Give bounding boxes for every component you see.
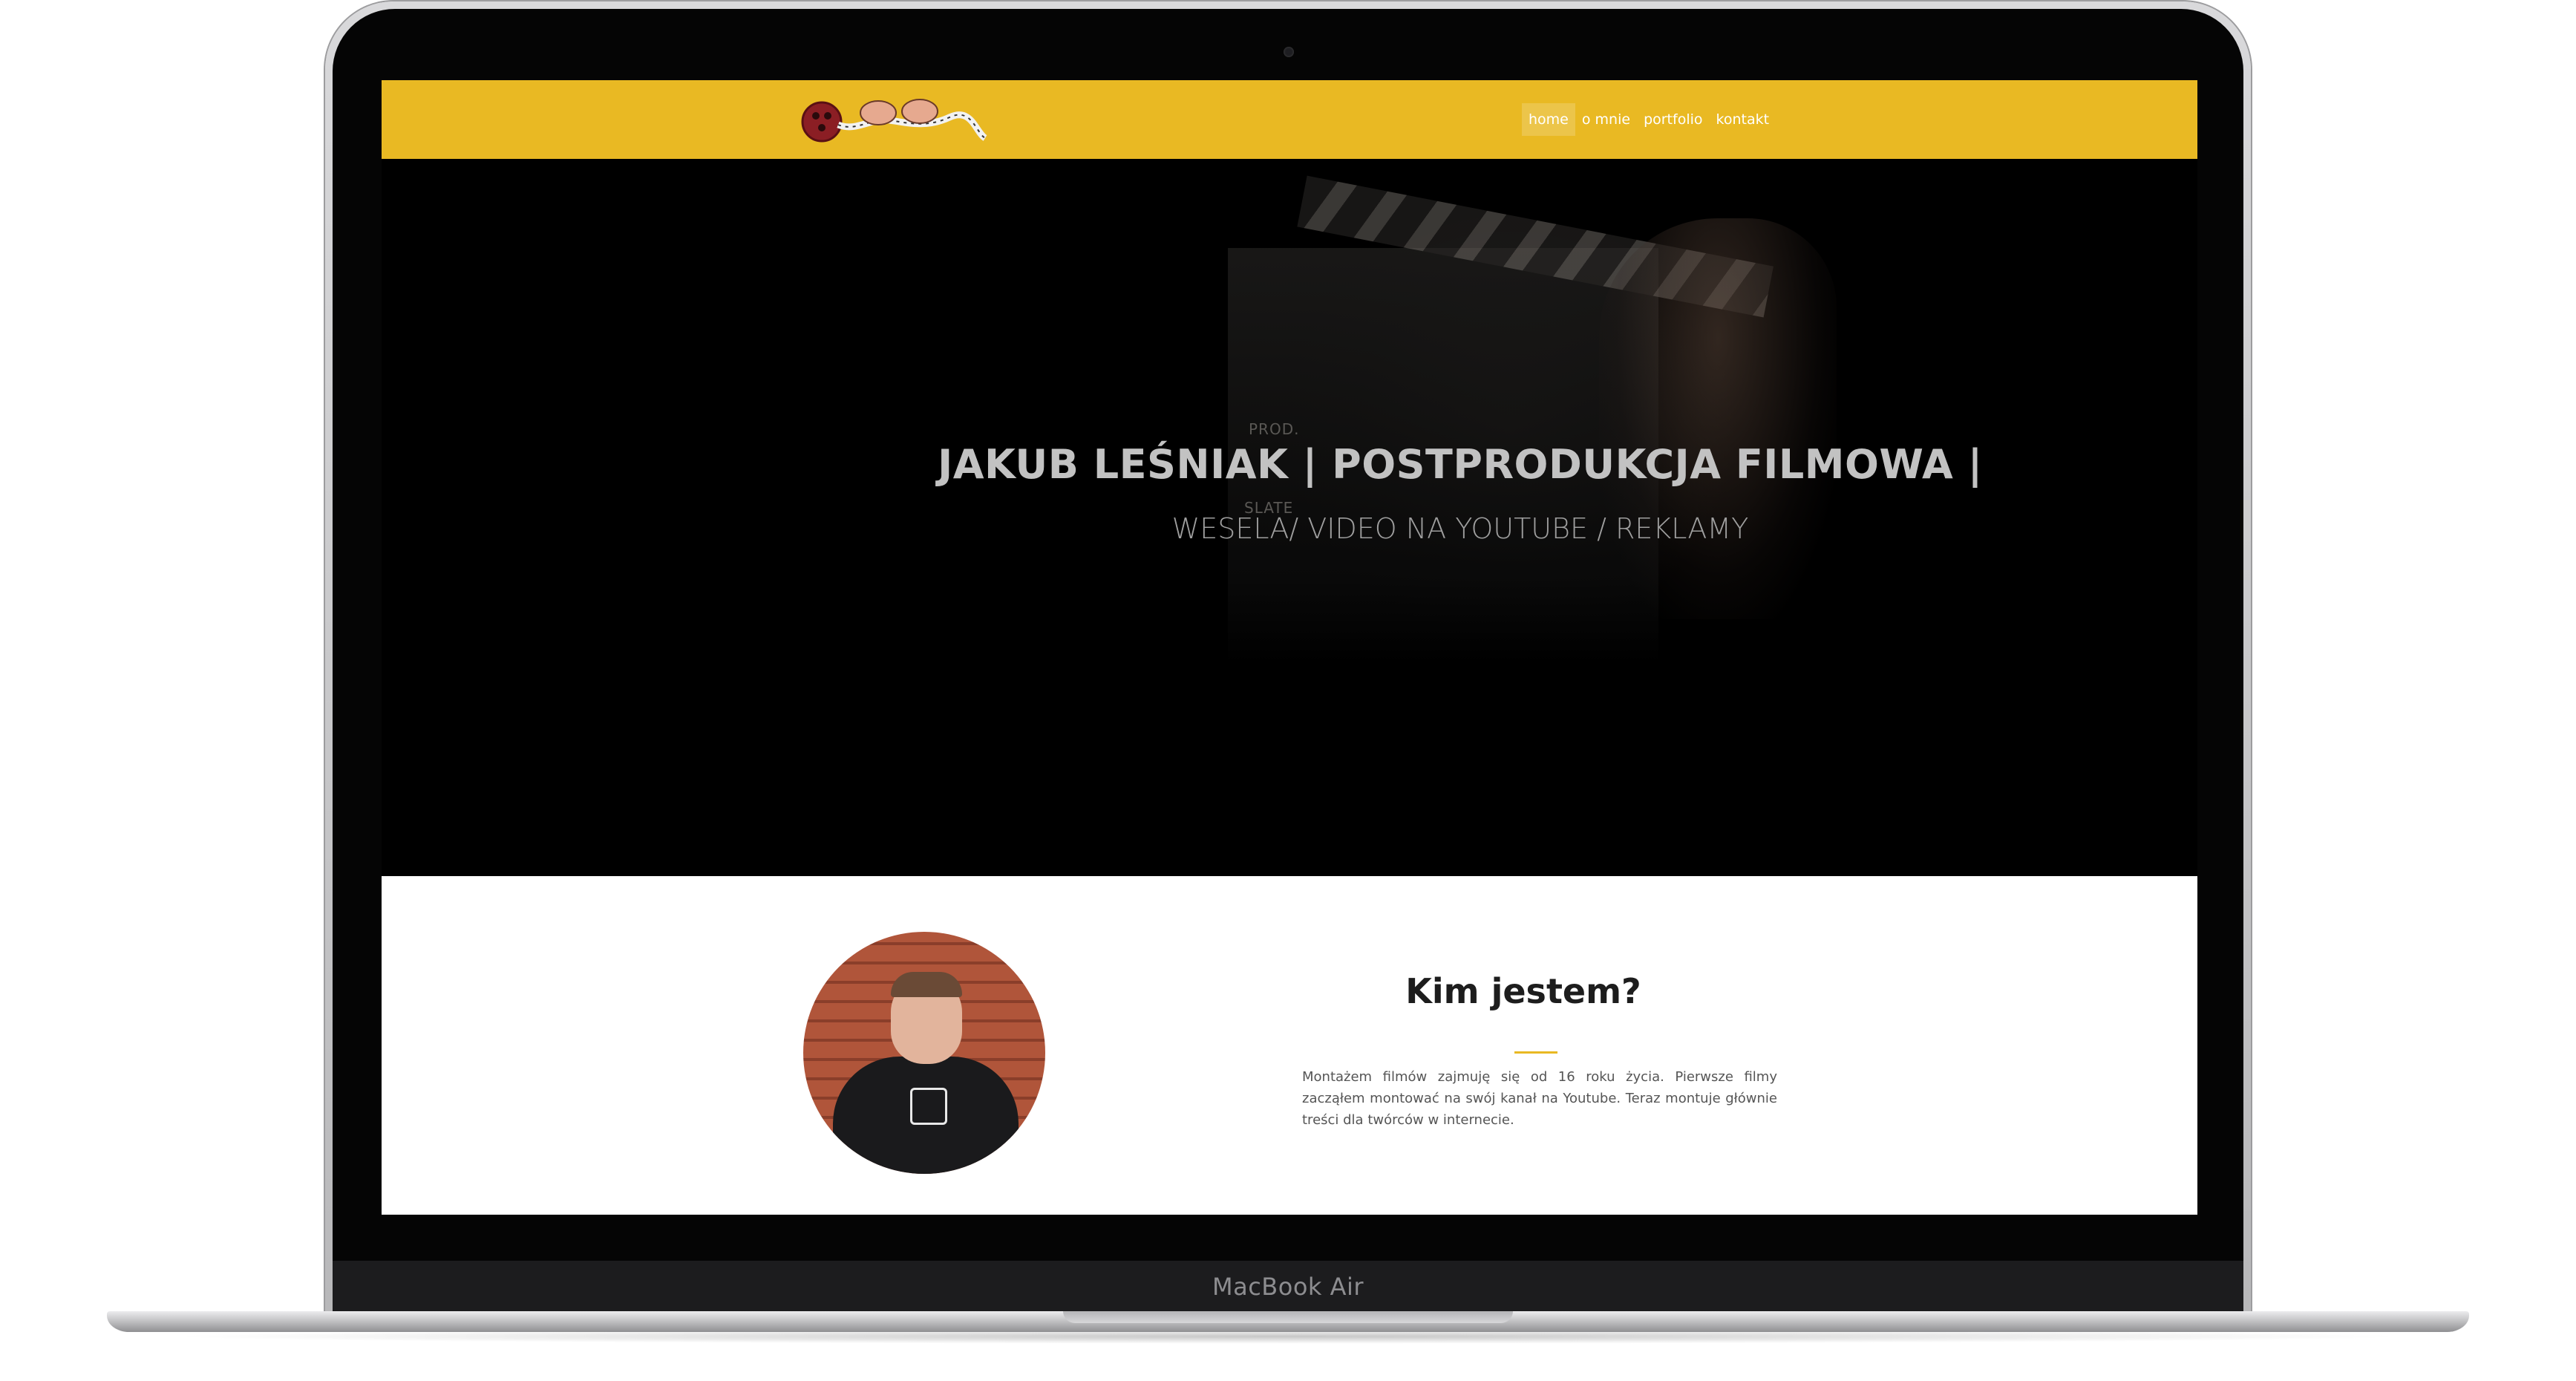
site-logo[interactable] — [801, 95, 988, 144]
hero-subtitle: WESELA/ VIDEO NA YOUTUBE / REKLAMY — [1171, 512, 1749, 545]
laptop-opening-notch — [1063, 1311, 1513, 1323]
browser-viewport: home o mnie portfolio kontakt PROD. SLAT… — [382, 80, 2197, 1215]
nav-kontakt[interactable]: kontakt — [1710, 103, 1776, 136]
about-title: Kim jestem? — [1405, 971, 1641, 1011]
about-section: Kim jestem? Montażem filmów zajmuję się … — [382, 876, 2197, 1215]
profile-photo — [803, 932, 1045, 1174]
device-label: MacBook Air — [1212, 1273, 1364, 1301]
site-navbar: home o mnie portfolio kontakt — [382, 80, 2197, 159]
nav-home[interactable]: home — [1522, 103, 1575, 136]
main-nav: home o mnie portfolio kontakt — [1522, 101, 1776, 138]
camera-icon — [1284, 47, 1294, 57]
hand-image — [1599, 218, 1837, 619]
about-text: Montażem filmów zajmuję się od 16 roku ż… — [1302, 1069, 1777, 1128]
about-divider — [1514, 1051, 1557, 1054]
slate-prod-label: PROD. — [1249, 420, 1300, 438]
hero-section: PROD. SLATE JAKUB LEŚNIAK | POSTPRODUKCJ… — [382, 159, 2197, 870]
nav-portfolio[interactable]: portfolio — [1637, 103, 1709, 136]
nav-o-mnie[interactable]: o mnie — [1575, 103, 1637, 136]
hero-title: JAKUB LEŚNIAK | POSTPRODUKCJA FILMOWA | — [938, 441, 1983, 488]
